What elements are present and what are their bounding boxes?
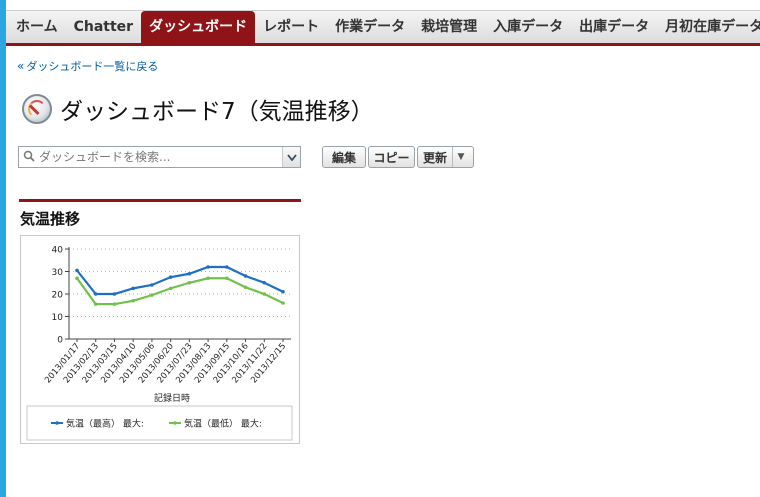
legend-marker bbox=[173, 421, 177, 425]
tab-home[interactable]: ホーム bbox=[6, 11, 66, 43]
back-link-label: ダッシュボード一覧に戻る bbox=[26, 60, 159, 73]
dashboard-search bbox=[18, 146, 301, 168]
component-header-rule bbox=[19, 199, 301, 202]
dashboard-component: 気温推移 0 10 20 30 40 2013/01/17 2013/02/13 2013/0… bbox=[19, 199, 301, 444]
legend-marker bbox=[55, 421, 59, 425]
data-point bbox=[243, 274, 248, 278]
data-point bbox=[168, 275, 173, 279]
data-point bbox=[262, 280, 267, 285]
series-line bbox=[76, 277, 284, 306]
edit-button[interactable]: 編集 bbox=[322, 146, 366, 168]
tab-cultivation[interactable]: 栽培管理 bbox=[413, 11, 485, 43]
y-tick-label: 40 bbox=[52, 246, 64, 256]
search-input[interactable] bbox=[39, 147, 282, 167]
data-point bbox=[243, 285, 248, 290]
page-header: ダッシュボード7（気温推移） bbox=[22, 92, 374, 126]
data-point bbox=[262, 292, 267, 296]
refresh-button[interactable]: 更新 ▼ bbox=[417, 146, 474, 168]
data-point bbox=[131, 298, 135, 303]
y-tick-label: 20 bbox=[52, 291, 64, 301]
tab-bar: ホーム Chatter ダッシュボード レポート 作業データ 栽培管理 入庫デー… bbox=[6, 10, 760, 46]
legend-entry: 気温（最高） 最大: bbox=[66, 418, 144, 430]
chevron-down-icon[interactable] bbox=[282, 147, 300, 167]
double-chevron-left-icon: « bbox=[17, 59, 25, 73]
y-tick-label: 30 bbox=[52, 268, 64, 278]
chart-svg: 0102030402013/01/172013/02/132013/03/152… bbox=[26, 246, 293, 441]
tab-reports[interactable]: レポート bbox=[255, 11, 327, 43]
data-point bbox=[225, 265, 229, 269]
data-point bbox=[150, 283, 154, 287]
x-axis-label: 記録日時 bbox=[154, 392, 190, 404]
data-point bbox=[150, 293, 154, 297]
search-icon bbox=[19, 150, 39, 165]
data-point bbox=[187, 280, 192, 285]
data-point bbox=[112, 302, 117, 306]
dashboard-gauge-icon bbox=[22, 94, 52, 124]
data-point bbox=[225, 276, 229, 281]
data-point bbox=[75, 276, 79, 281]
tab-outbound-data[interactable]: 出庫データ bbox=[571, 11, 657, 43]
tab-inbound-data[interactable]: 入庫データ bbox=[485, 11, 571, 43]
refresh-menu-chevron-icon[interactable]: ▼ bbox=[452, 147, 469, 167]
data-point bbox=[281, 301, 285, 305]
data-point bbox=[187, 271, 192, 276]
tab-chatter[interactable]: Chatter bbox=[66, 11, 141, 43]
y-tick-label: 0 bbox=[57, 336, 63, 346]
data-point bbox=[131, 286, 135, 291]
data-point bbox=[206, 265, 210, 269]
tab-work-data[interactable]: 作業データ bbox=[327, 11, 413, 43]
component-title: 気温推移 bbox=[20, 210, 81, 228]
y-tick-label: 10 bbox=[52, 313, 64, 323]
line-chart[interactable]: 0 10 20 30 40 2013/01/17 2013/02/13 2013/03/15 2… bbox=[20, 235, 300, 444]
data-point bbox=[93, 302, 98, 306]
data-point bbox=[93, 292, 98, 296]
data-point bbox=[281, 289, 285, 294]
data-point bbox=[206, 276, 210, 281]
copy-button[interactable]: コピー bbox=[368, 146, 415, 168]
page-title: ダッシュボード7（気温推移） bbox=[60, 99, 374, 125]
page: ホーム Chatter ダッシュボード レポート 作業データ 栽培管理 入庫デー… bbox=[6, 0, 760, 497]
legend-entry: 気温（最低） 最大: bbox=[184, 418, 262, 430]
data-point bbox=[112, 292, 117, 296]
data-point bbox=[168, 286, 173, 291]
refresh-button-label: 更新 bbox=[423, 150, 448, 165]
tab-monthly-inventory[interactable]: 月初在庫データ bbox=[657, 11, 760, 43]
data-point bbox=[75, 268, 79, 273]
back-to-dashboards-link[interactable]: «ダッシュボード一覧に戻る bbox=[17, 58, 158, 74]
tab-dashboard[interactable]: ダッシュボード bbox=[141, 11, 256, 43]
